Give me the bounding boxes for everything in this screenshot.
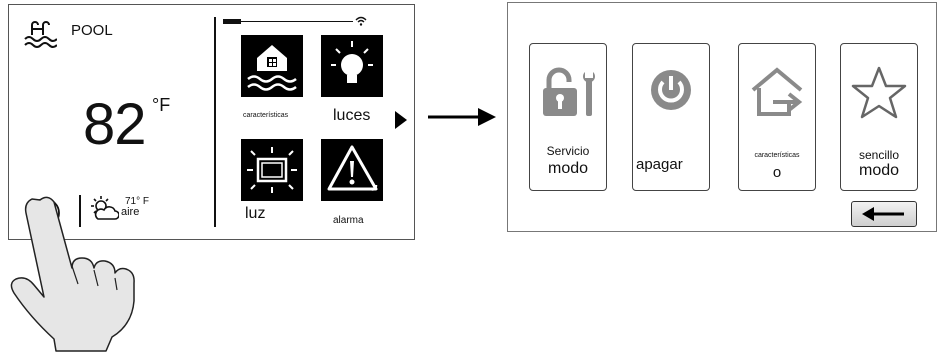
menu-screen: Servicio modo apagar características o s… — [507, 2, 937, 232]
tile-caracteristicas[interactable] — [241, 35, 303, 97]
pool-label: POOL — [71, 22, 113, 39]
house-water-icon — [247, 45, 297, 91]
tile-luces[interactable] — [321, 35, 383, 97]
panel-divider — [214, 17, 216, 227]
star-icon — [841, 62, 917, 122]
tile-label-luces: luces — [333, 107, 371, 124]
tile-label-alarma: alarma — [333, 215, 364, 226]
wifi-icon — [355, 16, 367, 26]
power-icon — [633, 62, 709, 122]
simple-mode-label-1: sencillo — [858, 148, 900, 162]
house-exit-icon — [739, 62, 815, 122]
back-button[interactable] — [851, 201, 917, 227]
hand-pointer-icon — [0, 188, 170, 354]
signal-bar-fill — [223, 19, 241, 24]
tile-label-luz: luz — [245, 205, 266, 222]
features-label-2: o — [772, 164, 782, 181]
water-temperature: 82 — [83, 92, 147, 157]
play-arrow-icon — [395, 111, 407, 129]
power-off-button[interactable]: apagar — [632, 43, 710, 191]
features-button[interactable]: características o — [738, 43, 816, 191]
tile-label-caracteristicas: características — [243, 112, 289, 119]
features-label-1: características — [754, 152, 800, 159]
right-arrow-icon — [428, 108, 496, 126]
service-mode-button[interactable]: Servicio modo — [529, 43, 607, 191]
left-arrow-icon — [862, 207, 904, 221]
warning-icon — [327, 145, 378, 191]
light-panel-icon — [247, 147, 297, 193]
tile-luz[interactable] — [241, 139, 303, 201]
service-mode-label-1: Servicio — [546, 144, 590, 158]
simple-mode-label-2: modo — [858, 162, 900, 179]
simple-mode-button[interactable]: sencillo modo — [840, 43, 918, 191]
pool-icon — [23, 21, 57, 51]
power-off-label: apagar — [636, 156, 683, 173]
lock-wrench-icon — [530, 62, 606, 122]
next-page-button[interactable] — [395, 111, 407, 129]
temperature-unit: °F — [152, 95, 171, 115]
service-mode-label-2: modo — [547, 160, 589, 177]
tile-alarma[interactable] — [321, 139, 383, 201]
signal-bar-track — [241, 21, 353, 22]
light-bulb-icon — [331, 41, 373, 83]
